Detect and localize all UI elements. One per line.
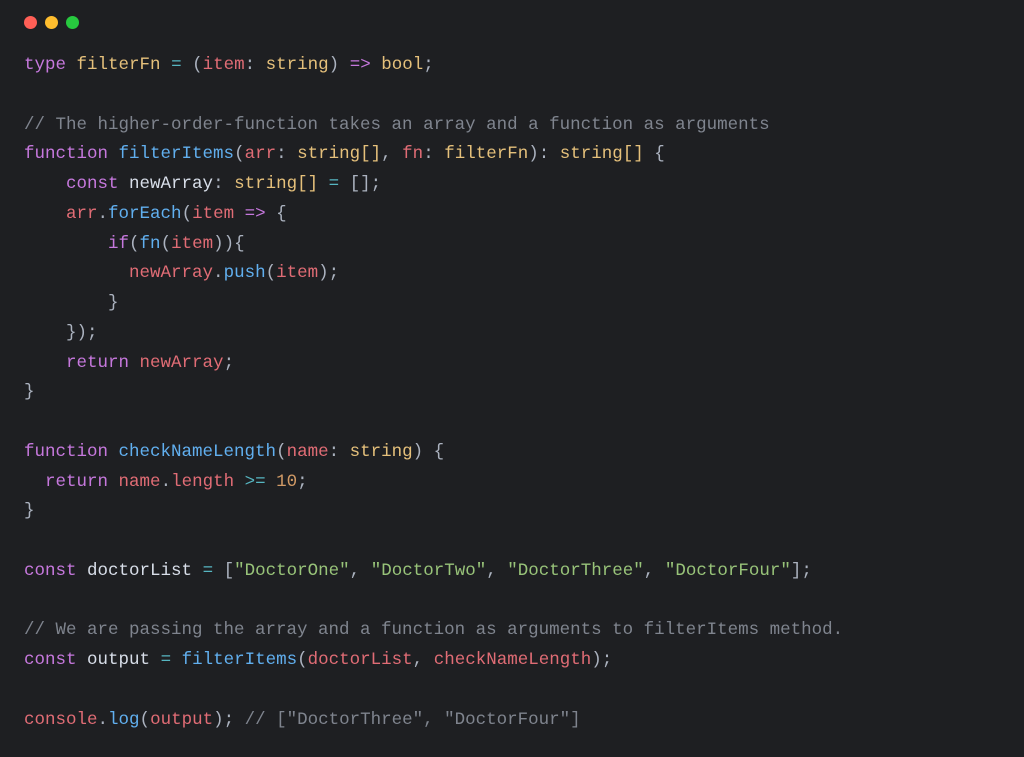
comment-line-1: // The higher-order-function takes an ar…	[24, 115, 770, 135]
function-name-checkNameLength: checkNameLength	[119, 442, 277, 462]
keyword-function: function	[24, 144, 108, 164]
comment-line-2: // We are passing the array and a functi…	[24, 620, 843, 640]
prop-length: length	[171, 472, 234, 492]
var-name: name	[119, 472, 161, 492]
method-forEach: forEach	[108, 204, 182, 224]
arg-checkNameLength: checkNameLength	[434, 650, 592, 670]
window-controls	[0, 0, 1024, 29]
arg-item: item	[171, 234, 213, 254]
op-equals: =	[171, 55, 182, 75]
close-icon[interactable]	[24, 16, 37, 29]
keyword-const2: const	[24, 561, 77, 581]
keyword-return2: return	[45, 472, 108, 492]
type-string-array2: string[]	[234, 174, 318, 194]
minimize-icon[interactable]	[45, 16, 58, 29]
string-d3: "DoctorThree"	[507, 561, 644, 581]
method-push: push	[224, 263, 266, 283]
string-d1: "DoctorOne"	[234, 561, 350, 581]
param-item: item	[203, 55, 245, 75]
param-fn: fn	[402, 144, 423, 164]
arrow: =>	[350, 55, 371, 75]
type-string: string	[266, 55, 329, 75]
type-bool: bool	[381, 55, 423, 75]
return-type: string[]	[560, 144, 644, 164]
keyword-function2: function	[24, 442, 108, 462]
param-item2: item	[192, 204, 234, 224]
literal-10: 10	[276, 472, 297, 492]
var-output: output	[87, 650, 150, 670]
var-doctorList: doctorList	[87, 561, 192, 581]
var-newArray: newArray	[129, 174, 213, 194]
param-name: name	[287, 442, 329, 462]
var-newArray2: newArray	[129, 263, 213, 283]
keyword-if: if	[108, 234, 129, 254]
call-filterItems: filterItems	[182, 650, 298, 670]
op-gte: >=	[245, 472, 266, 492]
param-arr: arr	[245, 144, 277, 164]
method-log: log	[108, 710, 140, 730]
arg-doctorList: doctorList	[308, 650, 413, 670]
var-arr: arr	[66, 204, 98, 224]
keyword-const: const	[66, 174, 119, 194]
code-editor[interactable]: type filterFn = (item: string) => bool; …	[0, 29, 1024, 757]
string-d4: "DoctorFour"	[665, 561, 791, 581]
function-name-filterItems: filterItems	[119, 144, 235, 164]
type-filterFn: filterFn	[444, 144, 528, 164]
return-newArray: newArray	[140, 353, 224, 373]
arg-output: output	[150, 710, 213, 730]
call-fn: fn	[140, 234, 161, 254]
string-d2: "DoctorTwo"	[371, 561, 487, 581]
obj-console: console	[24, 710, 98, 730]
type-string-array: string[]	[297, 144, 381, 164]
comment-line-3: // ["DoctorThree", "DoctorFour"]	[245, 710, 581, 730]
keyword-const3: const	[24, 650, 77, 670]
keyword-type: type	[24, 55, 66, 75]
arg-item2: item	[276, 263, 318, 283]
maximize-icon[interactable]	[66, 16, 79, 29]
keyword-return: return	[66, 353, 129, 373]
type-string2: string	[350, 442, 413, 462]
paren-open: (	[192, 55, 203, 75]
type-name: filterFn	[77, 55, 161, 75]
